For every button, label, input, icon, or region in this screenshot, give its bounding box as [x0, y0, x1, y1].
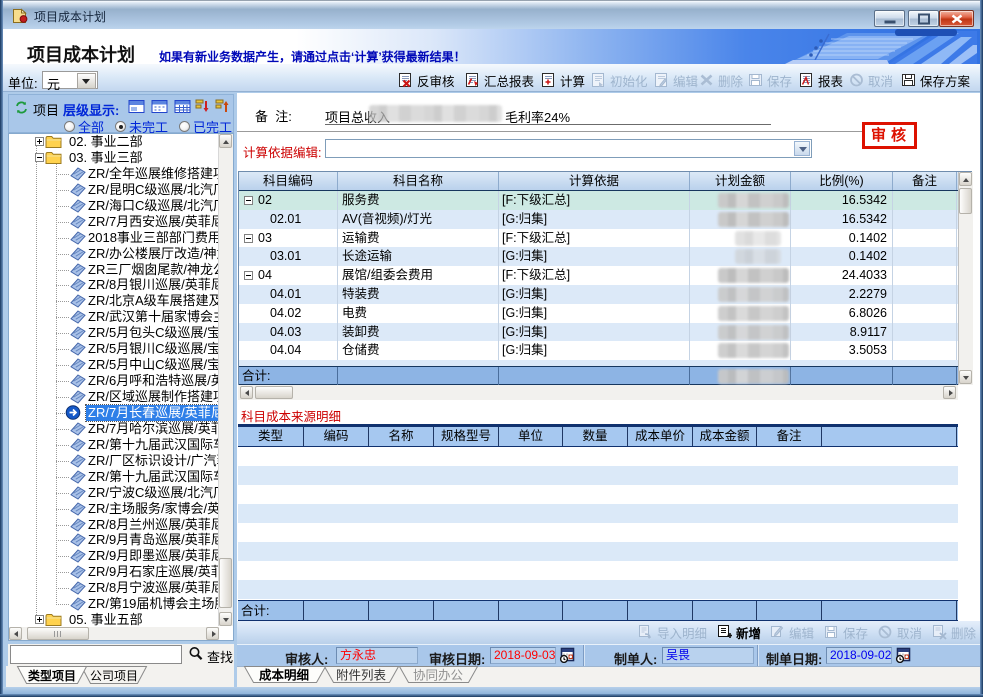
- svg-text:成本明细: 成本明细: [259, 668, 309, 683]
- svg-text:协同办公: 协同办公: [413, 668, 464, 683]
- svg-text:公司项目: 公司项目: [90, 669, 138, 683]
- svg-text:附件列表: 附件列表: [336, 669, 387, 683]
- svg-text:类型项目: 类型项目: [28, 668, 76, 683]
